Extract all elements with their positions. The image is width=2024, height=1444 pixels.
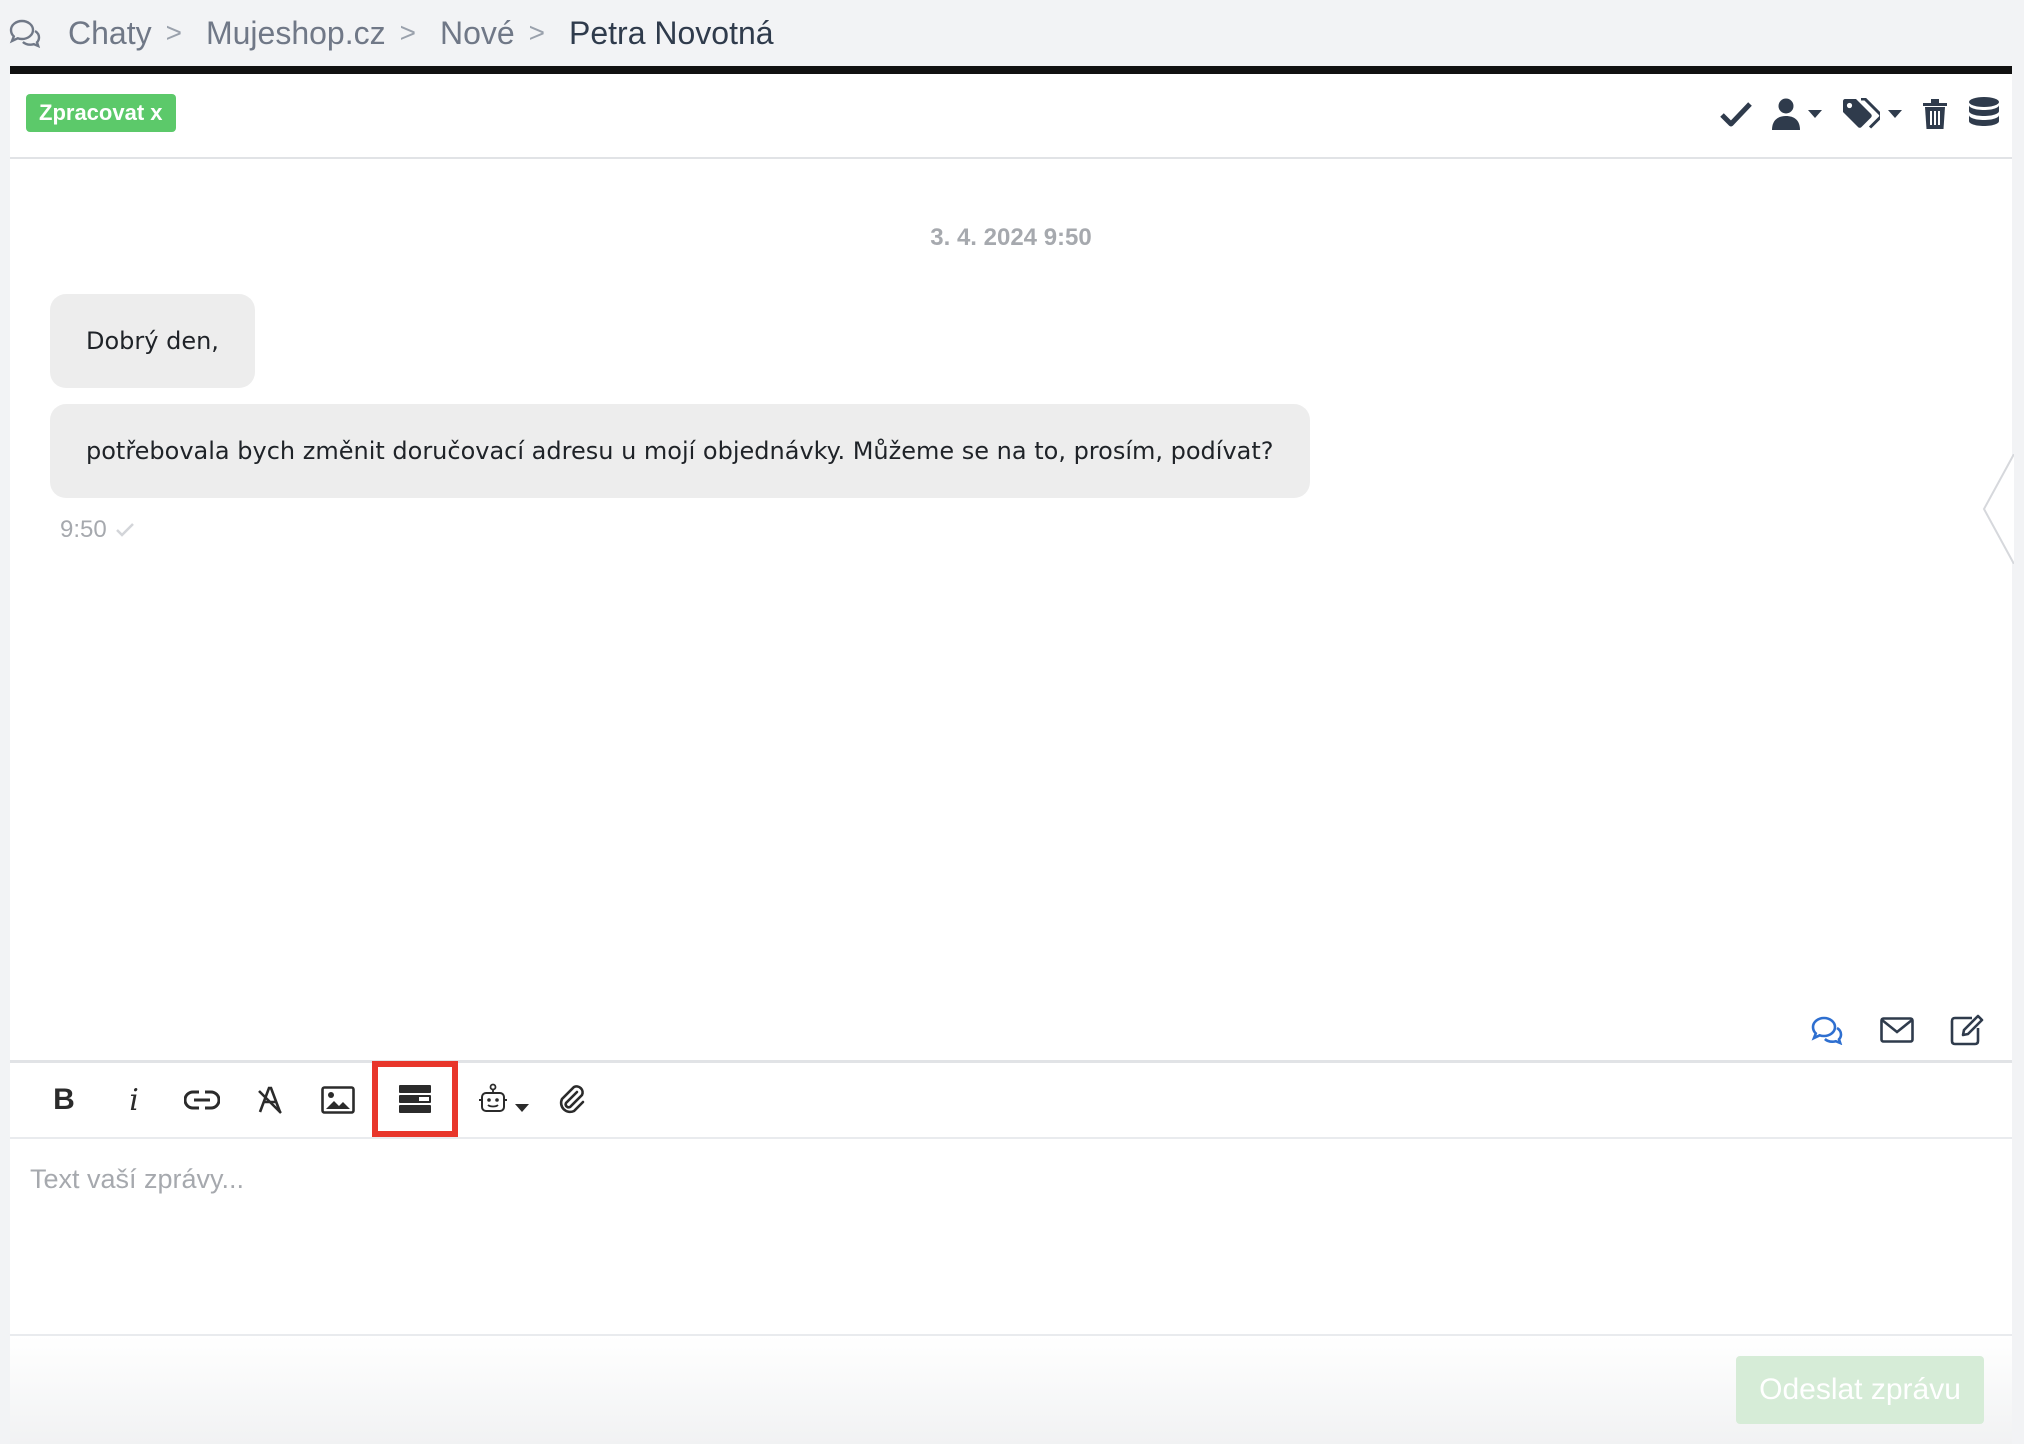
- clear-format-icon: [256, 1086, 284, 1114]
- breadcrumb-item-contact: Petra Novotná: [569, 14, 774, 51]
- delivered-check-icon: [107, 522, 135, 538]
- message-text: potřebovala bych změnit doručovací adres…: [86, 437, 1274, 465]
- delete-button[interactable]: [1922, 98, 1948, 130]
- template-icon: [398, 1084, 432, 1114]
- link-button[interactable]: [172, 1063, 232, 1137]
- assign-user-dropdown[interactable]: [1772, 98, 1822, 130]
- message-input-placeholder: Text vaší zprávy...: [30, 1164, 245, 1194]
- chevron-down-icon: [1800, 110, 1822, 118]
- message-meta: 9:50: [60, 516, 135, 544]
- bold-icon: B: [53, 1083, 75, 1116]
- image-icon: [321, 1086, 355, 1114]
- breadcrumb-item-chaty[interactable]: Chaty: [68, 15, 152, 52]
- database-icon: [1968, 96, 2000, 132]
- editor-toolbar: B i: [10, 1060, 2012, 1139]
- insert-template-button[interactable]: [372, 1061, 458, 1137]
- attachment-icon: [557, 1084, 587, 1116]
- header-actions: [1700, 96, 2000, 132]
- incoming-message: Dobrý den,: [50, 294, 255, 388]
- chat-icon: [1810, 1015, 1844, 1045]
- italic-icon: i: [129, 1082, 139, 1118]
- message-time: 9:50: [60, 516, 107, 543]
- composer-footer: Odeslat zprávu: [10, 1336, 2012, 1444]
- link-icon: [184, 1089, 220, 1111]
- breadcrumb-separator: >: [399, 17, 416, 48]
- incoming-message: potřebovala bych změnit doručovací adres…: [50, 404, 1310, 498]
- side-panel-toggle[interactable]: [1980, 454, 2014, 564]
- breadcrumb: Chaty > Mujeshop.cz > Nové > Petra Novot…: [8, 0, 774, 66]
- trash-icon: [1922, 98, 1948, 130]
- chat-panel: Zpracovat x 3. 4. 2024 9:50 Dobrý den, p…: [10, 66, 2014, 1444]
- message-text: Dobrý den,: [86, 327, 219, 355]
- send-message-button[interactable]: Odeslat zprávu: [1736, 1356, 1984, 1424]
- breadcrumb-item-shop[interactable]: Mujeshop.cz: [206, 15, 386, 52]
- check-icon: [1720, 101, 1752, 127]
- note-button[interactable]: [1950, 1014, 1984, 1046]
- insert-image-button[interactable]: [308, 1063, 368, 1137]
- breadcrumb-item-new[interactable]: Nové: [440, 15, 515, 52]
- email-icon: [1880, 1017, 1914, 1043]
- note-edit-icon: [1950, 1014, 1984, 1046]
- channel-switcher: [1774, 1014, 1984, 1046]
- chat-channel-button[interactable]: [1810, 1015, 1844, 1045]
- chevron-down-icon: [1880, 110, 1902, 118]
- user-icon: [1772, 98, 1800, 130]
- message-input[interactable]: Text vaší zprávy...: [10, 1136, 2012, 1336]
- clear-format-button[interactable]: [240, 1063, 300, 1137]
- date-separator: 3. 4. 2024 9:50: [930, 224, 1092, 251]
- chat-bubbles-icon: [8, 18, 42, 48]
- resolve-button[interactable]: [1720, 101, 1752, 127]
- bot-dropdown-button[interactable]: [468, 1063, 540, 1137]
- breadcrumb-separator: >: [165, 17, 182, 48]
- breadcrumb-separator: >: [528, 17, 546, 48]
- process-badge[interactable]: Zpracovat x: [26, 94, 176, 132]
- email-channel-button[interactable]: [1880, 1017, 1914, 1043]
- tags-dropdown[interactable]: [1842, 98, 1902, 130]
- archive-button[interactable]: [1968, 96, 2000, 132]
- chevron-down-icon: [515, 1104, 529, 1112]
- italic-button[interactable]: i: [104, 1063, 164, 1137]
- chat-header: Zpracovat x: [10, 74, 2012, 159]
- bot-icon: [479, 1083, 513, 1117]
- attach-file-button[interactable]: [542, 1063, 602, 1137]
- tags-icon: [1842, 98, 1880, 130]
- bold-button[interactable]: B: [34, 1063, 94, 1137]
